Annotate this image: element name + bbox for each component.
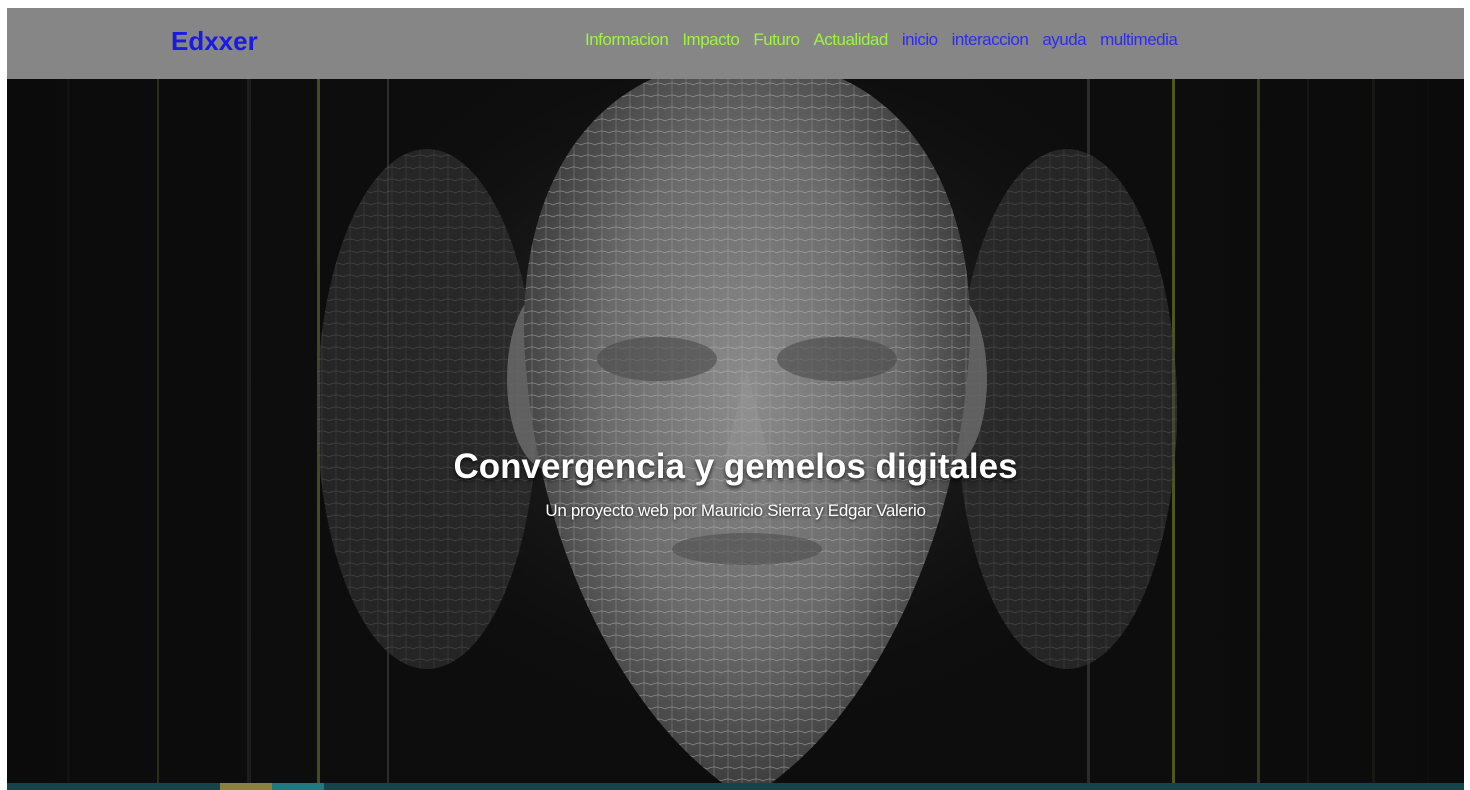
bottom-strip-olive-segment (220, 783, 272, 790)
nav-link-ayuda[interactable]: ayuda (1042, 30, 1086, 50)
nav-link-impacto[interactable]: Impacto (682, 30, 739, 50)
bottom-color-strip (7, 783, 1464, 790)
nav-links: Informacion Impacto Futuro Actualidad in… (585, 30, 1178, 50)
nav-link-actualidad[interactable]: Actualidad (813, 30, 888, 50)
nav-link-inicio[interactable]: inicio (902, 30, 938, 50)
nav-link-interaccion[interactable]: interaccion (952, 30, 1029, 50)
nav-link-informacion[interactable]: Informacion (585, 30, 669, 50)
navbar: Edxxer Informacion Impacto Futuro Actual… (7, 8, 1464, 79)
page-frame: Edxxer Informacion Impacto Futuro Actual… (7, 8, 1464, 790)
nav-link-multimedia[interactable]: multimedia (1100, 30, 1178, 50)
hero-section: Convergencia y gemelos digitales Un proy… (7, 79, 1464, 783)
bottom-strip-teal-segment (272, 783, 324, 790)
hero-subtitle: Un proyecto web por Mauricio Sierra y Ed… (545, 501, 926, 520)
brand-logo-link[interactable]: Edxxer (171, 26, 258, 57)
hero-title: Convergencia y gemelos digitales (453, 447, 1018, 487)
nav-link-futuro[interactable]: Futuro (753, 30, 800, 50)
hero-background-wireframe-face-image (7, 79, 1464, 783)
